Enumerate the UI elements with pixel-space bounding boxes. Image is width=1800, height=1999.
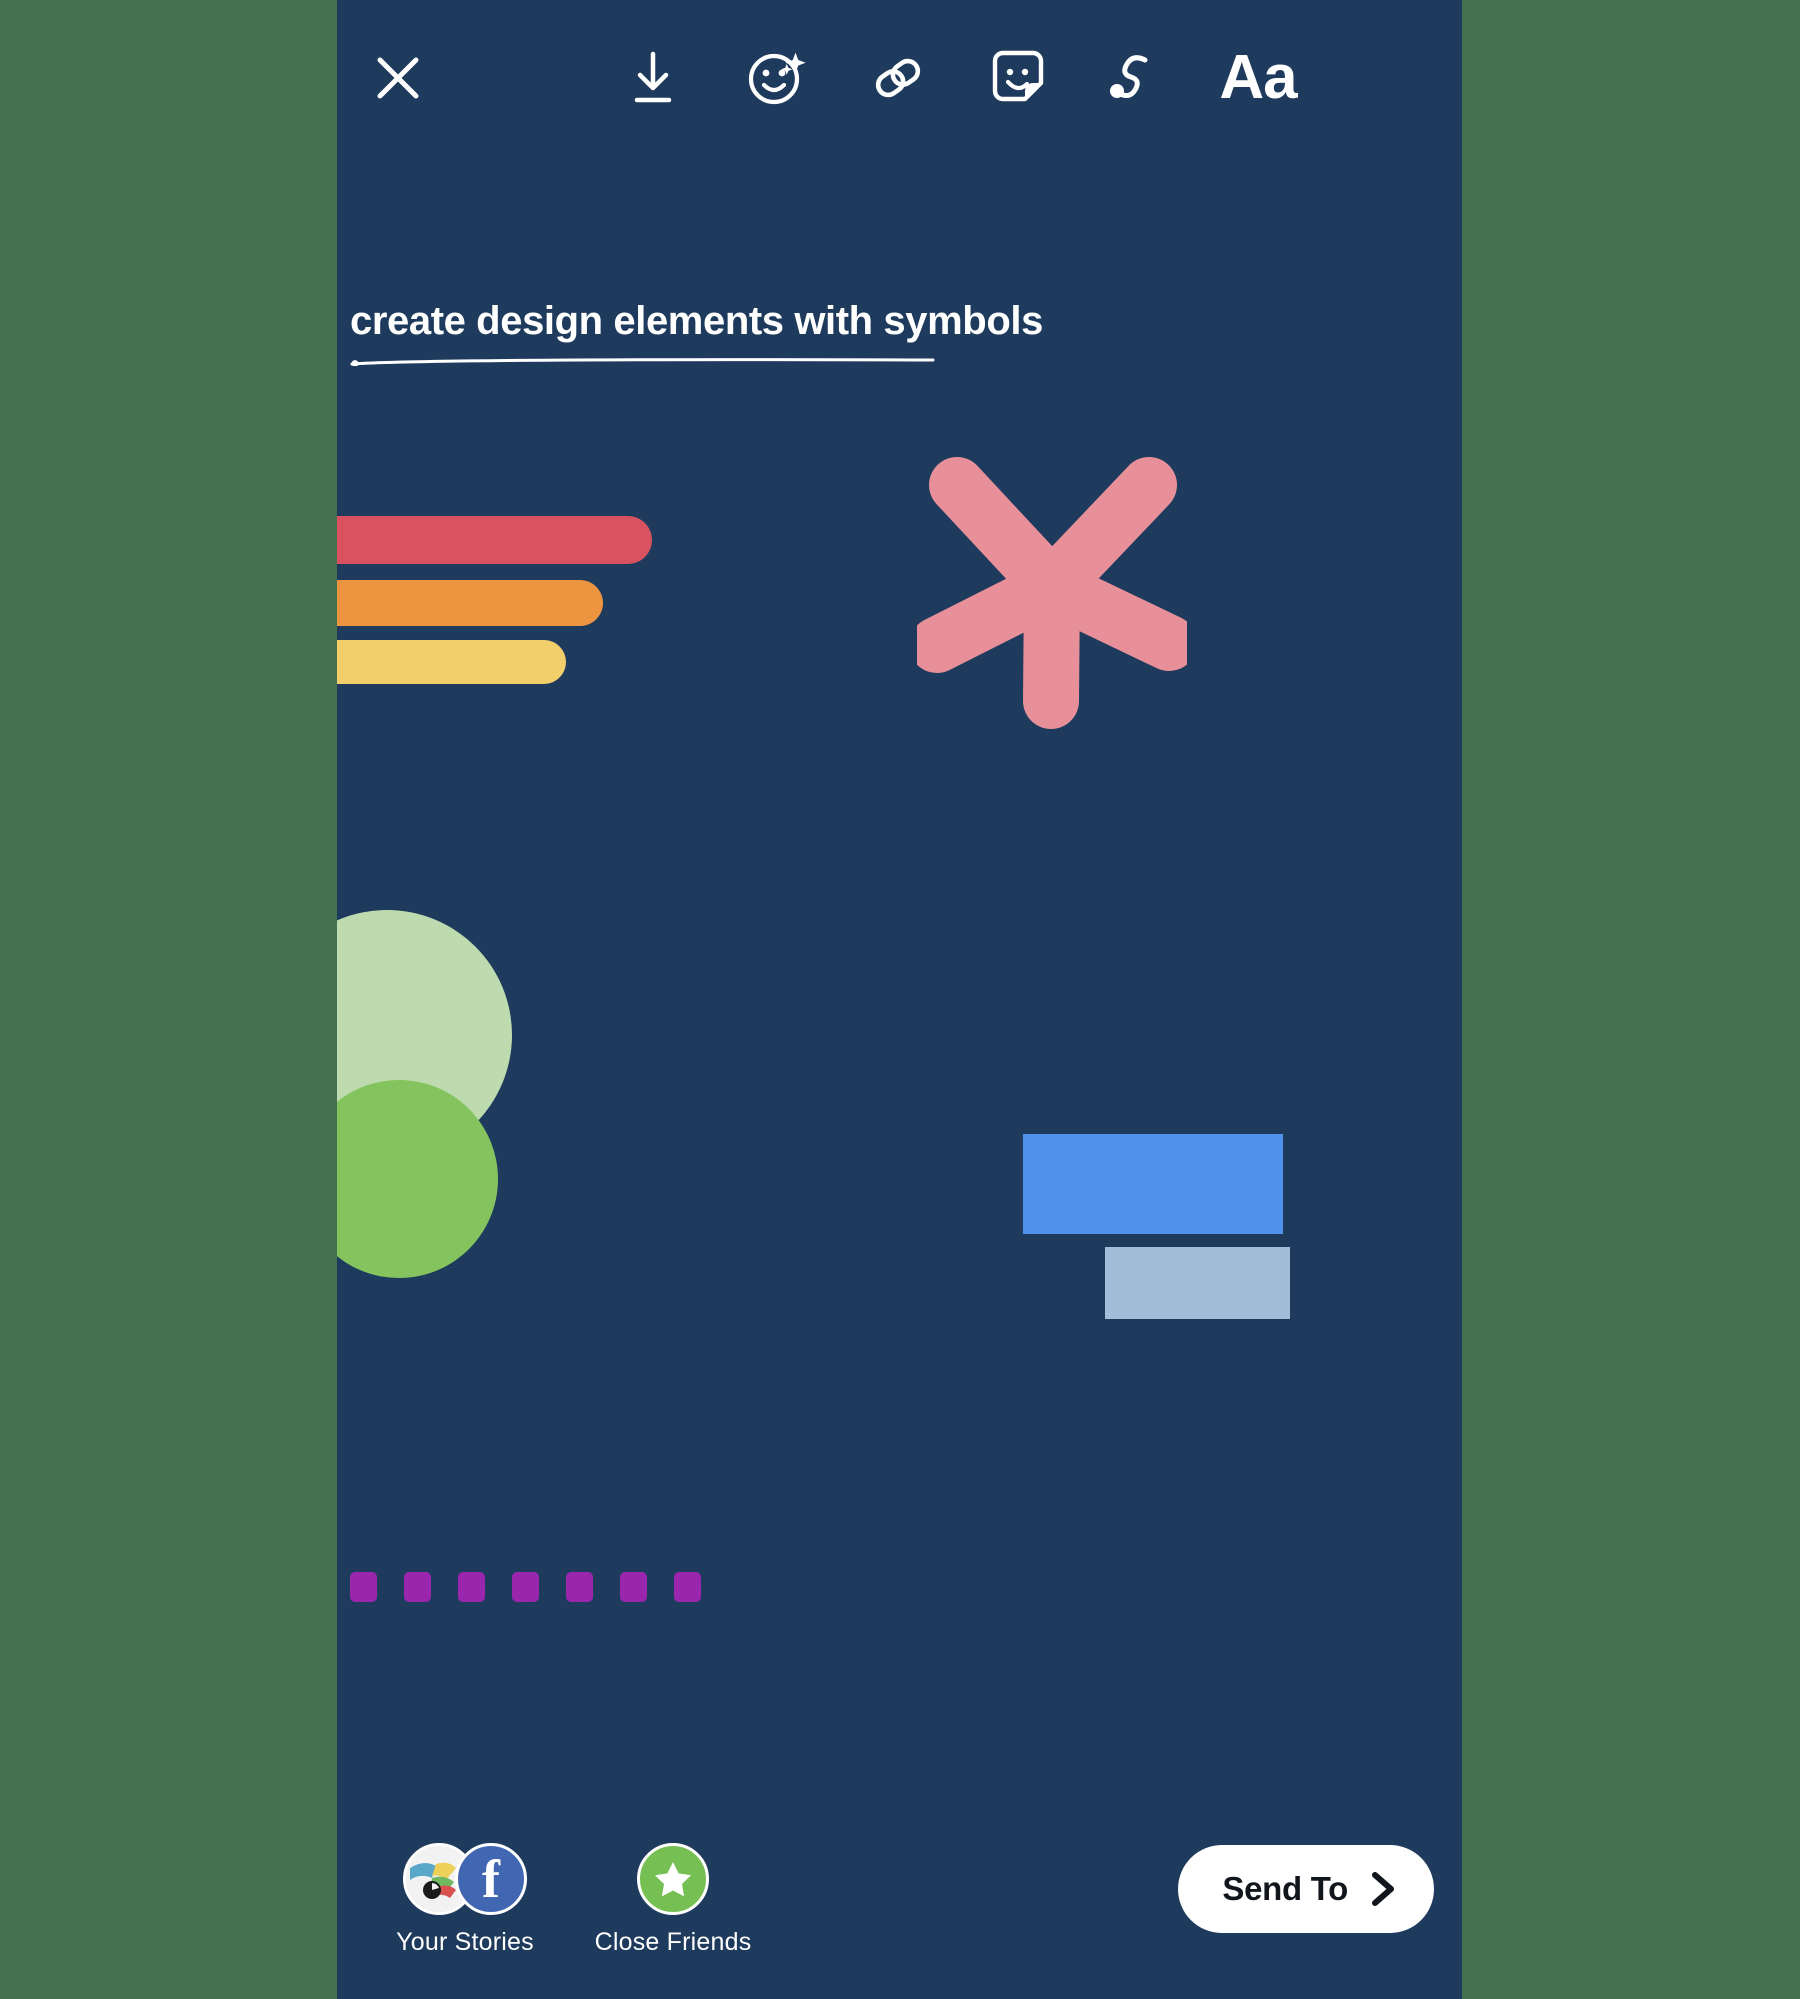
sticker-icon[interactable] bbox=[982, 42, 1054, 114]
save-icon[interactable] bbox=[617, 42, 689, 114]
title-underline bbox=[350, 358, 935, 366]
destination-label: Close Friends bbox=[594, 1928, 752, 1956]
story-title-block[interactable]: create design elements with symbols bbox=[337, 300, 1462, 366]
purple-square-row bbox=[350, 1572, 701, 1602]
star-icon[interactable] bbox=[637, 1843, 709, 1915]
asterisk-shape[interactable] bbox=[909, 437, 1197, 737]
close-icon[interactable] bbox=[362, 42, 434, 114]
destination-label: Your Stories bbox=[396, 1928, 534, 1956]
send-to-button[interactable]: Send To bbox=[1178, 1845, 1434, 1933]
purple-square[interactable] bbox=[620, 1572, 647, 1602]
text-icon[interactable]: Aa bbox=[1219, 42, 1297, 114]
send-to-label: Send To bbox=[1222, 1870, 1348, 1907]
page-title[interactable]: create design elements with symbols bbox=[337, 300, 1462, 342]
purple-square[interactable] bbox=[458, 1572, 485, 1602]
chevron-right-icon bbox=[1372, 1872, 1394, 1906]
draw-icon[interactable] bbox=[1102, 42, 1174, 114]
story-canvas[interactable]: create design elements with symbols Aa f… bbox=[337, 0, 1462, 1999]
bar-red[interactable] bbox=[337, 516, 652, 564]
text-icon-label: Aa bbox=[1219, 43, 1297, 112]
avatar-stack: f bbox=[403, 1843, 527, 1915]
purple-square[interactable] bbox=[566, 1572, 593, 1602]
top-toolbar: Aa bbox=[337, 0, 1462, 160]
facebook-icon[interactable]: f bbox=[455, 1843, 527, 1915]
purple-square[interactable] bbox=[404, 1572, 431, 1602]
bottom-bar: f Your Stories Close Friends Send To bbox=[337, 1779, 1462, 1999]
purple-square[interactable] bbox=[674, 1572, 701, 1602]
purple-square[interactable] bbox=[350, 1572, 377, 1602]
purple-square[interactable] bbox=[512, 1572, 539, 1602]
rect-blue[interactable] bbox=[1023, 1134, 1283, 1234]
bar-orange[interactable] bbox=[337, 580, 603, 626]
screen-root: create design elements with symbols Aa f… bbox=[0, 0, 1800, 1999]
destination-close-friends[interactable]: Close Friends bbox=[545, 1843, 801, 1957]
effects-icon[interactable] bbox=[742, 42, 814, 114]
link-icon[interactable] bbox=[862, 42, 934, 114]
rect-steel[interactable] bbox=[1105, 1247, 1290, 1319]
bar-yellow[interactable] bbox=[337, 640, 566, 684]
